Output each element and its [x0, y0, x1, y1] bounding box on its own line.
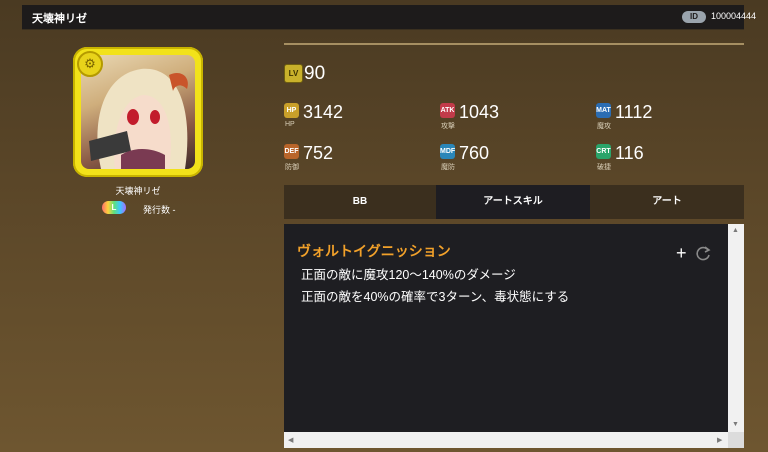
horizontal-scrollbar[interactable]: ◀ ▶	[284, 432, 728, 448]
level-icon: LV	[284, 64, 303, 83]
stat-hp: HP HP 3142	[284, 102, 434, 134]
stat-def: DEF 防御 752	[284, 143, 434, 175]
skill-name: ヴォルトイグニッション	[297, 243, 451, 259]
tab-bb[interactable]: BB	[284, 185, 436, 219]
id-badge: ID	[682, 11, 706, 23]
vertical-scrollbar[interactable]: ▲ ▼	[728, 224, 744, 432]
defense-icon: DEF	[284, 144, 299, 159]
stat-label: 破捷	[597, 164, 611, 171]
scrollbar-corner	[728, 432, 744, 448]
refresh-icon[interactable]	[694, 244, 712, 262]
unit-title: 天壊神リゼ	[32, 13, 87, 25]
stat-value: 752	[303, 143, 334, 163]
skill-panel: ヴォルトイグニッション 正面の敵に魔攻120～140%のダメージ 正面の敵を40…	[284, 224, 744, 448]
stat-value: 760	[459, 143, 490, 163]
magic-defense-icon: MDF	[440, 144, 455, 159]
tab-art[interactable]: アート	[590, 185, 744, 219]
top-bar: 天壊神リゼ ID 100004444	[22, 5, 756, 30]
skill-description-line: 正面の敵に魔攻120～140%のダメージ	[301, 268, 516, 282]
stat-value: 1112	[615, 102, 653, 122]
stat-label: 攻撃	[441, 123, 455, 130]
scroll-up-icon[interactable]: ▲	[732, 227, 739, 234]
skill-panel-content: ヴォルトイグニッション 正面の敵に魔攻120～140%のダメージ 正面の敵を40…	[284, 224, 728, 432]
critical-icon: CRT	[596, 144, 611, 159]
stat-value: 1043	[459, 102, 500, 122]
skill-description-line: 正面の敵を40%の確率で3ターン、毒状態にする	[301, 290, 570, 304]
unit-avatar-frame[interactable]: ⚙	[73, 47, 203, 177]
scroll-right-icon[interactable]: ▶	[717, 436, 722, 444]
stat-label: 魔防	[441, 164, 455, 171]
stat-matk: MAT 魔攻 1112	[596, 102, 746, 134]
stat-value: 3142	[303, 102, 344, 122]
unit-name: 天壊神リゼ	[115, 186, 161, 196]
attack-icon: ATK	[440, 103, 455, 118]
plus-icon[interactable]: +	[676, 244, 687, 262]
level-value: 90	[304, 63, 326, 84]
element-badge: L	[102, 201, 126, 214]
scroll-left-icon[interactable]: ◀	[288, 436, 293, 444]
stat-label: 魔攻	[597, 123, 611, 130]
hp-icon: HP	[284, 103, 299, 118]
issue-count: 発行数 -	[143, 205, 176, 215]
id-value: 100004444	[711, 11, 757, 21]
stat-label: 防御	[285, 164, 299, 171]
tab-art-skill[interactable]: アートスキル	[436, 185, 590, 219]
skill-tabs: BB アートスキル アート	[284, 185, 744, 219]
magic-attack-icon: MAT	[596, 103, 611, 118]
scroll-down-icon[interactable]: ▼	[732, 421, 739, 428]
stat-mdef: MDF 魔防 760	[440, 143, 590, 175]
stats-divider	[284, 43, 744, 45]
stat-value: 116	[615, 143, 644, 163]
stat-label: HP	[285, 121, 295, 128]
rarity-icon: ⚙	[77, 51, 103, 77]
stat-crit: CRT 破捷 116	[596, 143, 746, 175]
stat-atk: ATK 攻撃 1043	[440, 102, 590, 134]
